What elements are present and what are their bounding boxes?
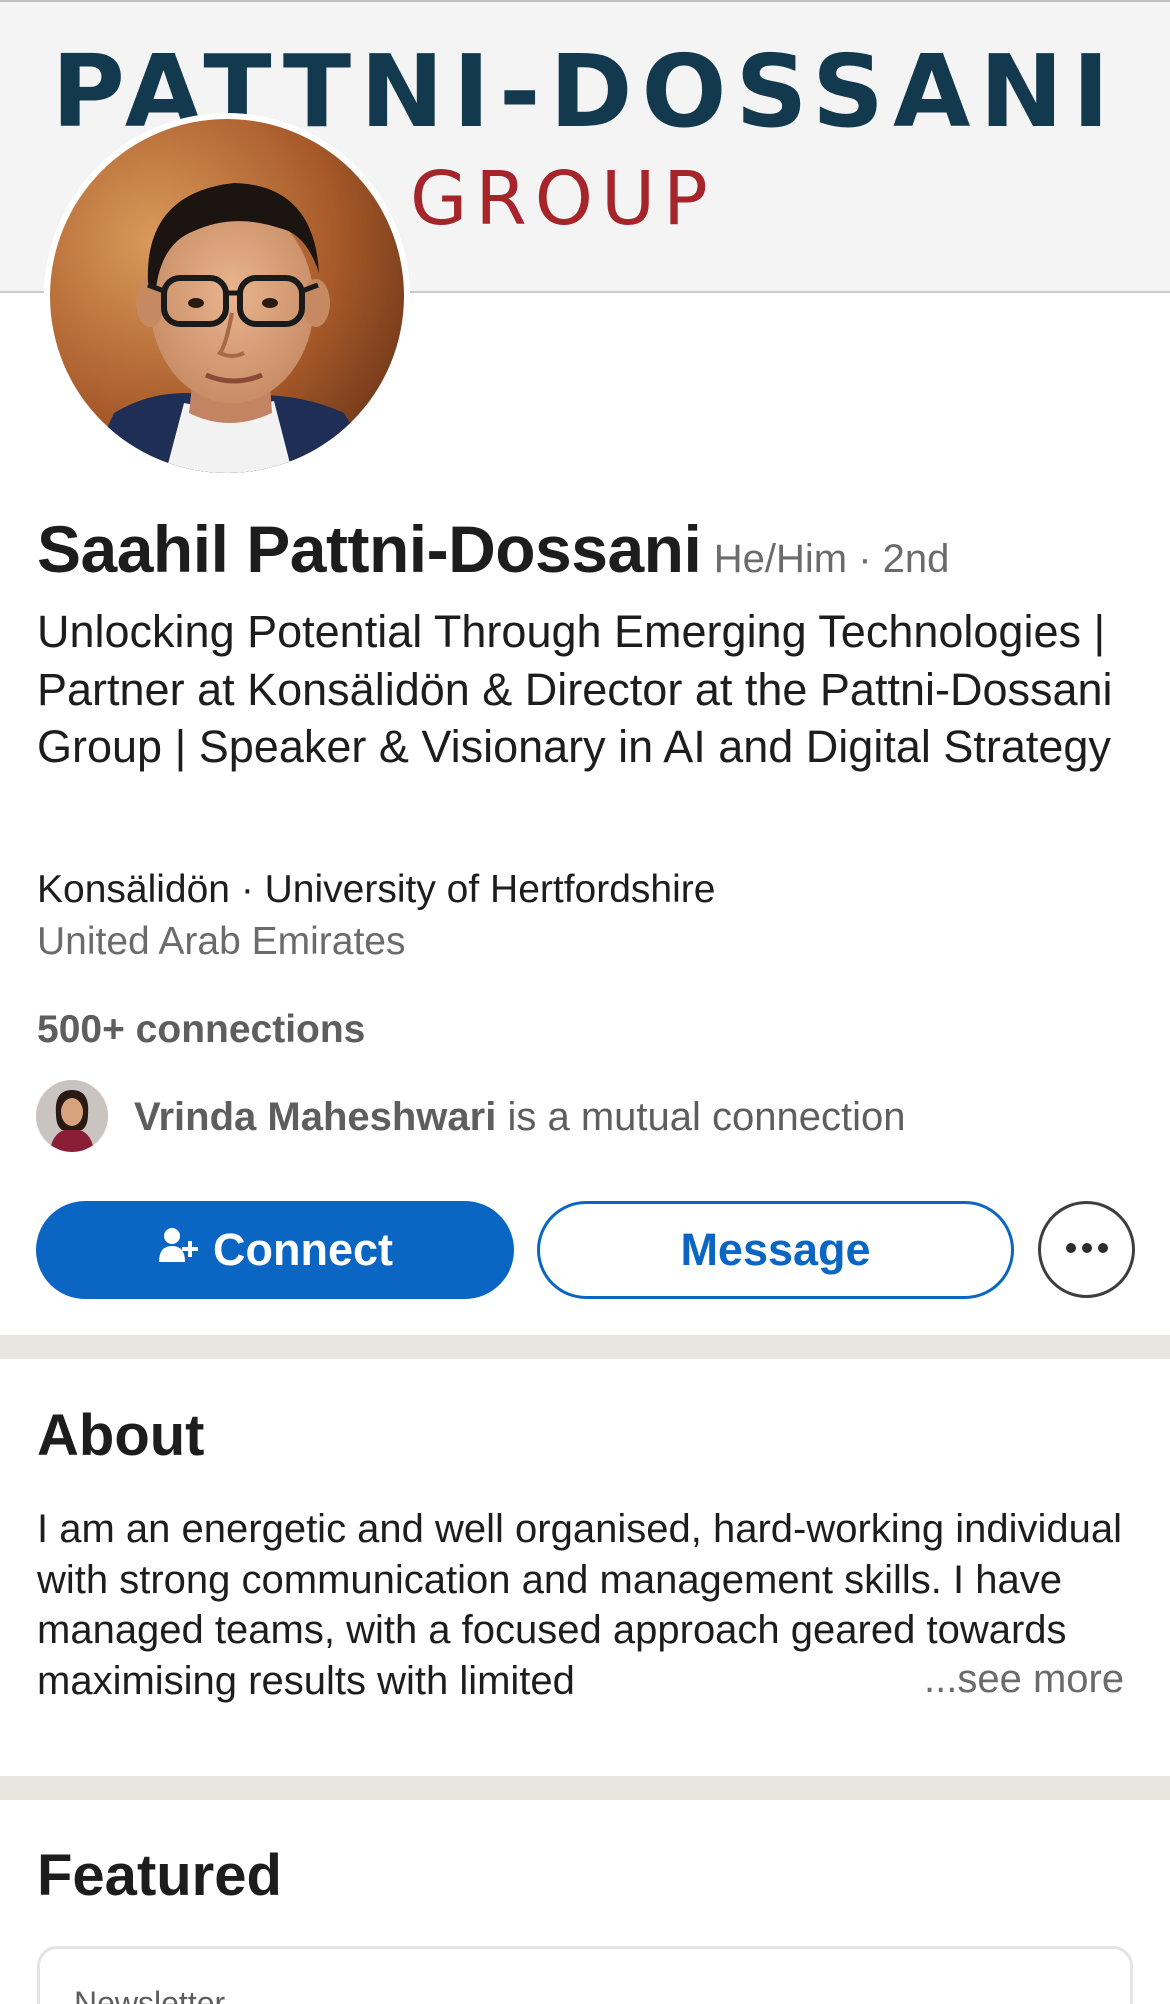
about-heading: About: [37, 1403, 205, 1468]
mutual-connection-name: Vrinda Maheshwari: [134, 1095, 497, 1139]
message-button-label: Message: [680, 1224, 871, 1275]
profile-page: PATTNI-DOSSANI GROUP Saahil Pattni-Dossa…: [0, 0, 1170, 2004]
name-row: Saahil Pattni-Dossani He/Him · 2nd: [37, 516, 949, 582]
message-button[interactable]: Message: [537, 1201, 1014, 1299]
connections-count[interactable]: 500+ connections: [37, 1008, 365, 1052]
profile-location: United Arab Emirates: [37, 920, 406, 963]
profile-headline: Unlocking Potential Through Emerging Tec…: [37, 606, 1113, 772]
more-actions-button[interactable]: [1038, 1201, 1135, 1298]
company-education[interactable]: Konsälidön · University of Hertfordshire: [37, 868, 715, 912]
mutual-avatar-photo: [36, 1080, 108, 1152]
featured-card[interactable]: Newsletter: [37, 1946, 1133, 2004]
pronoun-degree: He/Him · 2nd: [713, 537, 950, 581]
section-divider: [0, 1776, 1170, 1800]
profile-avatar[interactable]: [44, 113, 410, 479]
featured-heading: Featured: [37, 1843, 282, 1908]
featured-card-label: Newsletter: [74, 1985, 226, 2004]
mutual-connection-avatar[interactable]: [36, 1080, 108, 1152]
connect-button-label: Connect: [213, 1224, 393, 1275]
add-person-icon: [157, 1224, 199, 1277]
profile-photo: [44, 113, 410, 479]
banner-logo-line2: GROUP: [410, 156, 716, 242]
connect-button[interactable]: Connect: [36, 1201, 514, 1299]
mutual-connection-text[interactable]: Vrinda Maheshwari is a mutual connection: [134, 1095, 905, 1140]
section-divider: [0, 1335, 1170, 1359]
mutual-connection-suffix: is a mutual connection: [496, 1095, 906, 1139]
see-more-link[interactable]: ...see more: [918, 1654, 1125, 1704]
ellipsis-icon: [1065, 1241, 1109, 1259]
profile-name: Saahil Pattni-Dossani: [37, 512, 702, 586]
